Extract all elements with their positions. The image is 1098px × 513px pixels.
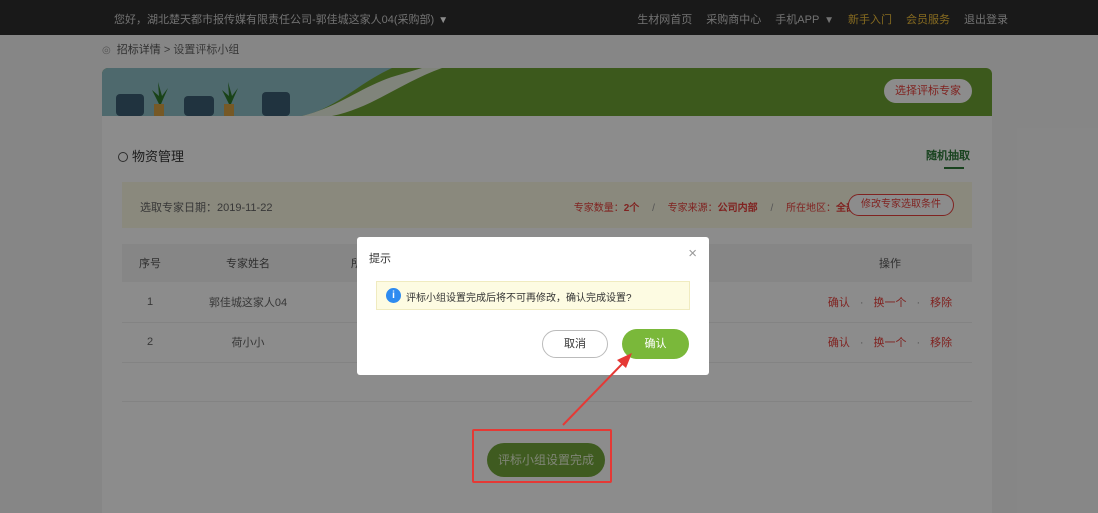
confirm-dialog: 提示 × i 评标小组设置完成后将不可再修改，确认完成设置? 取消 确认: [357, 237, 709, 375]
close-icon[interactable]: ×: [688, 246, 697, 261]
dialog-cancel-button[interactable]: 取消: [542, 330, 608, 358]
dialog-title: 提示: [369, 253, 391, 265]
info-icon: i: [386, 288, 401, 303]
dialog-message: 评标小组设置完成后将不可再修改，确认完成设置?: [406, 293, 632, 304]
dialog-notice: i 评标小组设置完成后将不可再修改，确认完成设置?: [376, 281, 690, 310]
annotation-highlight-box: [472, 429, 612, 483]
dialog-confirm-button[interactable]: 确认: [622, 329, 689, 359]
